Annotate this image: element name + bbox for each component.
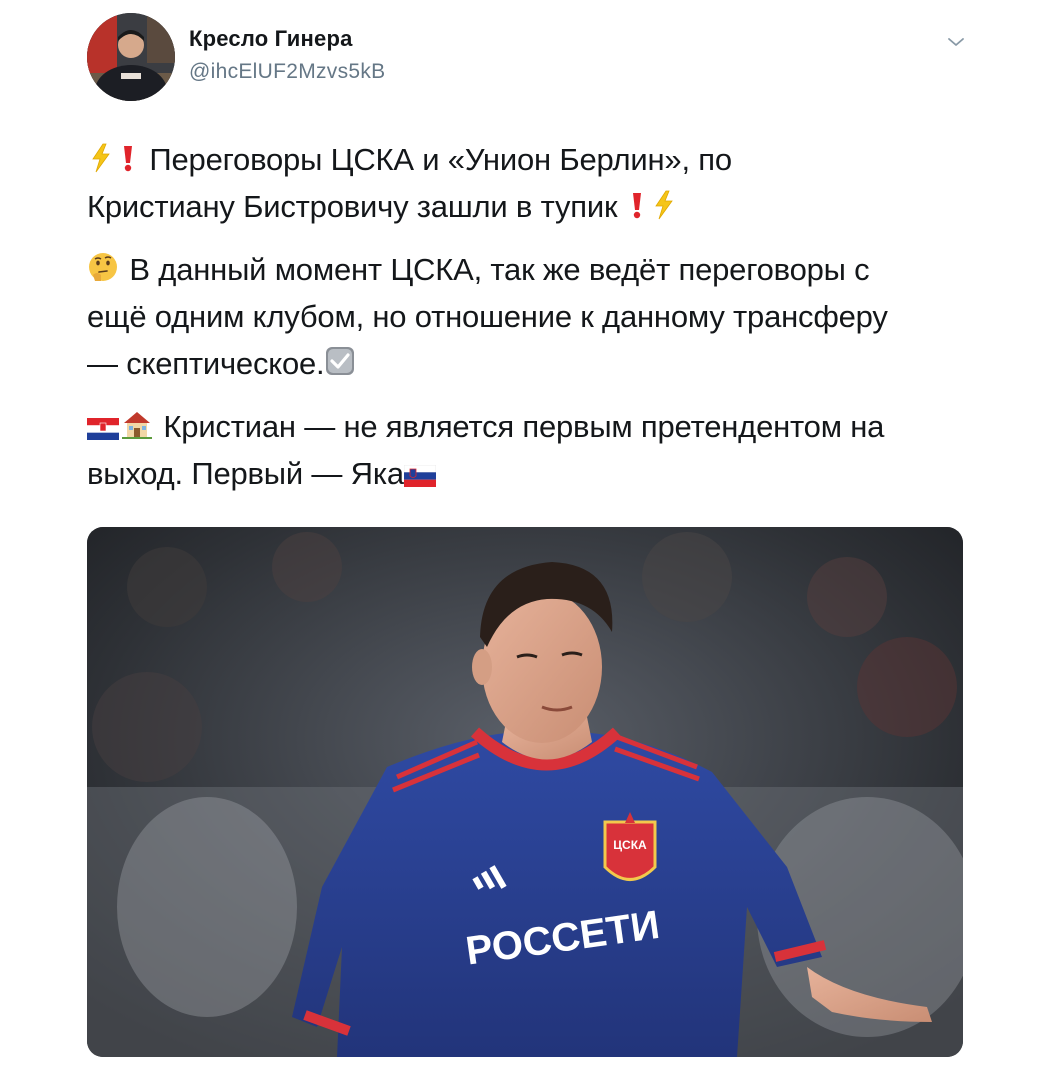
tweet-line: — скептическое.	[87, 340, 967, 387]
tweet-text: Кристиану Бистровичу зашли в тупик	[87, 189, 618, 224]
tweet-line: В данный момент ЦСКА, так же ведёт перег…	[87, 246, 967, 293]
tweet-text: Кристиан — не является первым претендент…	[163, 409, 885, 444]
tweet-text: ещё одним клубом, но отношение к данному…	[87, 299, 888, 334]
tweet-card: Кресло Гинера @ihcElUF2Mzvs5kB Переговор…	[0, 0, 1051, 1080]
tweet-text: Переговоры ЦСКА и «Унион Берлин», по	[149, 142, 732, 177]
check-box-icon	[326, 347, 355, 375]
exclamation-icon	[632, 193, 641, 219]
tweet-paragraph-1: Переговоры ЦСКА и «Унион Берлин», по Кри…	[87, 136, 967, 230]
tweet-line: выход. Первый — Яка	[87, 450, 967, 497]
tweet-line: Кристиану Бистровичу зашли в тупик	[87, 183, 967, 230]
avatar-image	[87, 13, 175, 101]
tweet-photo[interactable]: ЦСКА РОССЕТИ	[87, 527, 963, 1057]
lightning-icon	[92, 143, 110, 173]
author-avatar[interactable]	[87, 13, 175, 101]
club-crest: ЦСКА	[603, 812, 657, 881]
tweet-text: В данный момент ЦСКА, так же ведёт перег…	[129, 252, 870, 287]
thinking-face-icon	[89, 253, 117, 281]
tweet-line: Кристиан — не является первым претендент…	[87, 403, 967, 450]
tweet-text: — скептическое.	[87, 346, 325, 381]
croatia-flag-icon	[87, 418, 119, 440]
house-icon	[122, 412, 152, 439]
chevron-down-icon[interactable]	[944, 32, 968, 52]
tweet-paragraph-3: Кристиан — не является первым претендент…	[87, 403, 967, 497]
tweet-line: ещё одним клубом, но отношение к данному…	[87, 293, 967, 340]
tweet-line: Переговоры ЦСКА и «Унион Берлин», по	[87, 136, 967, 183]
author-handle[interactable]: @ihcElUF2Mzvs5kB	[189, 60, 386, 84]
exclamation-icon	[124, 146, 132, 172]
tweet-paragraph-2: В данный момент ЦСКА, так же ведёт перег…	[87, 246, 967, 387]
lightning-icon	[655, 190, 673, 220]
tweet-text: выход. Первый — Яка	[87, 456, 404, 491]
slovenia-flag-icon	[403, 465, 436, 487]
crest-text: ЦСКА	[613, 838, 647, 852]
football-player-photo: ЦСКА РОССЕТИ	[87, 527, 963, 1057]
author-name[interactable]: Кресло Гинера	[189, 26, 353, 52]
